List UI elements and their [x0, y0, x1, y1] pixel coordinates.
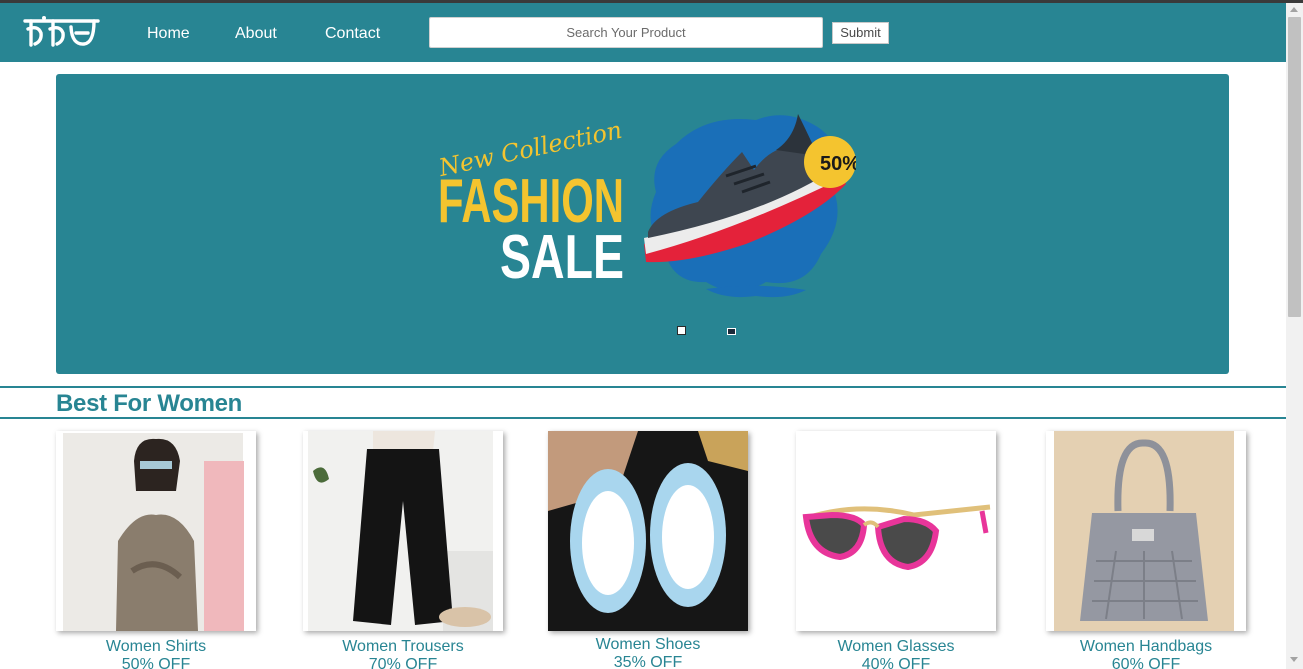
product-image-women-handbags[interactable]: [1046, 431, 1246, 631]
nav-about-link[interactable]: About: [235, 25, 277, 43]
product-image-women-shoes[interactable]: [548, 431, 748, 631]
product-name[interactable]: Women Glasses: [796, 638, 996, 656]
product-name[interactable]: Women Shoes: [548, 636, 748, 654]
scrollbar-thumb[interactable]: [1288, 17, 1301, 317]
hero-banner-carousel[interactable]: 50% New Collection FASHION SALE: [56, 74, 1229, 374]
carousel-dot-1[interactable]: [677, 326, 686, 335]
product-name[interactable]: Women Trousers: [303, 638, 503, 656]
product-name[interactable]: Women Shirts: [56, 638, 256, 656]
product-card-women-shoes[interactable]: Women Shoes 35% OFF: [548, 431, 748, 669]
nav-contact-link[interactable]: Contact: [325, 25, 380, 43]
product-image-women-trousers[interactable]: [303, 431, 503, 631]
splash-shadow-shape: [706, 285, 806, 298]
price-tag-text: 50%: [820, 153, 856, 175]
product-image-women-shirts[interactable]: [56, 431, 256, 631]
product-discount: 70% OFF: [368, 656, 438, 669]
product-card-women-shirts[interactable]: Women Shirts 50% OFF: [56, 431, 256, 669]
section-title: Best For Women: [56, 390, 243, 417]
submit-button[interactable]: Submit: [832, 22, 889, 44]
product-name[interactable]: Women Handbags: [1046, 638, 1246, 656]
product-discount: 40% OFF: [861, 656, 931, 669]
section-divider-top: [0, 386, 1286, 388]
product-card-women-handbags[interactable]: Women Handbags 60% OFF: [1046, 431, 1246, 669]
carousel-dot-2[interactable]: [727, 328, 736, 335]
product-discount: 50% OFF: [121, 656, 191, 669]
product-card-women-trousers[interactable]: Women Trousers 70% OFF: [303, 431, 503, 669]
nav-home-link[interactable]: Home: [147, 25, 190, 43]
section-divider-bottom: [0, 417, 1286, 419]
banner-line-sale: SALE: [500, 223, 624, 292]
search-input[interactable]: [429, 17, 823, 48]
product-discount: 35% OFF: [613, 654, 683, 669]
product-card-women-glasses[interactable]: Women Glasses 40% OFF: [796, 431, 996, 669]
scroll-down-arrow-icon[interactable]: [1290, 657, 1298, 662]
scroll-up-arrow-icon[interactable]: [1290, 7, 1298, 12]
page-scrollbar[interactable]: [1286, 3, 1303, 669]
product-image-women-glasses[interactable]: [796, 431, 996, 631]
navbar: Home About Contact Submit: [0, 3, 1286, 62]
brand-logo[interactable]: [22, 15, 102, 49]
fashion-sale-banner-image: 50% New Collection FASHION SALE: [436, 114, 856, 298]
product-discount: 60% OFF: [1111, 656, 1181, 669]
